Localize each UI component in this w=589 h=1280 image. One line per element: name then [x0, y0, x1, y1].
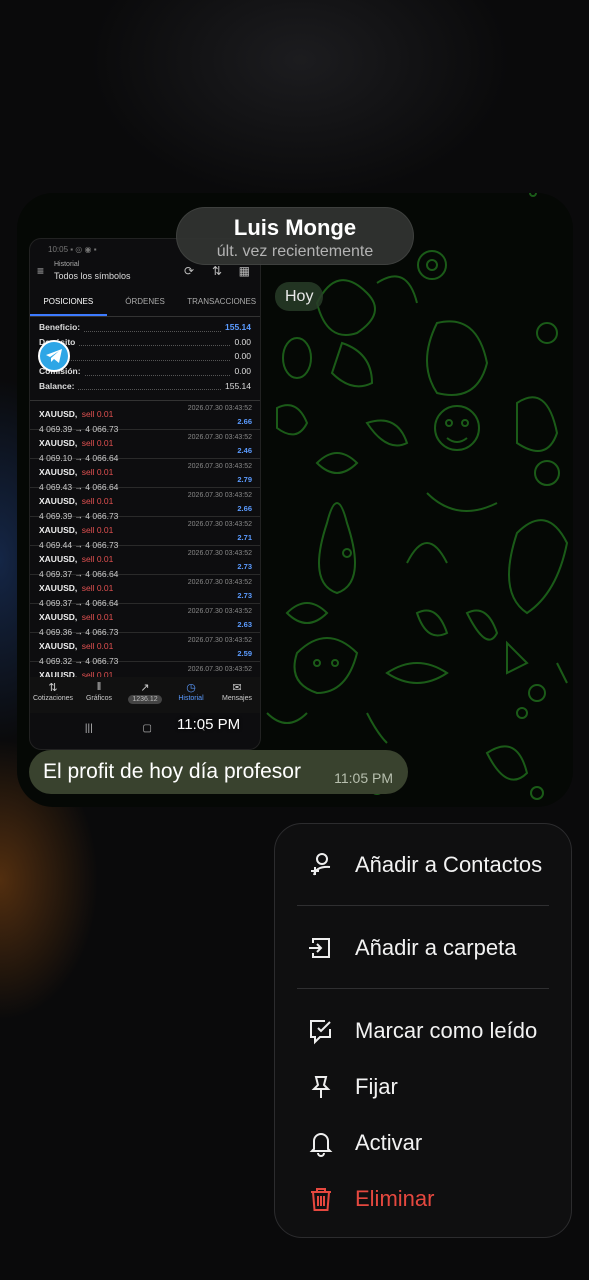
add-to-folder-icon: [275, 934, 355, 962]
calendar-icon: ▦: [238, 264, 250, 278]
summary-row: Depósito0.00: [39, 337, 251, 352]
photo-tab-transactions: TRANSACCIONES: [187, 297, 257, 306]
photo-nav-trade: ↗ 1236.12: [122, 677, 168, 713]
trade-time: 2026.07.30 03:43:52: [187, 405, 252, 413]
trade-profit: 2.66: [237, 504, 252, 514]
trade-symbol: XAUUSD,: [39, 409, 78, 420]
trade-symbol: XAUUSD,: [39, 467, 78, 478]
trade-row: XAUUSD, sell 0.01 4 069.37 → 4 066.64 2026…: [30, 546, 260, 579]
trade-symbol: XAUUSD,: [39, 641, 78, 652]
photo-tab-positions: POSICIONES: [30, 287, 107, 316]
trade-symbol: XAUUSD,: [39, 525, 78, 536]
photo-header-subtitle: Historial: [54, 261, 80, 268]
trade-row: XAUUSD, sell 0.01 4 069.39 → 4 066.73 2026…: [30, 401, 260, 434]
photo-tab-orders: ÓRDENES: [125, 297, 165, 306]
photo-timestamp: 11:05 PM: [177, 716, 241, 733]
message-text: El profit de hoy día profesor: [43, 760, 301, 783]
summary-row: 0.00: [39, 351, 251, 366]
trade-profit: 2.46: [237, 446, 252, 456]
summary-row: Balance: 155.14: [39, 380, 251, 391]
trade-side: sell 0.01: [81, 467, 114, 478]
chat-title-pill[interactable]: Luis Monge últ. vez recientemente: [176, 207, 414, 265]
trade-profit: 2.79: [237, 475, 252, 485]
photo-nav-charts: ‖ Gráficos: [76, 677, 122, 713]
trade-row: XAUUSD, sell 0.01 4 069.39 → 4 066.73 2026…: [30, 488, 260, 521]
messages-icon: ✉: [232, 682, 242, 694]
message-time: 11:05 PM: [334, 770, 393, 786]
menu-pin[interactable]: Fijar: [275, 1059, 571, 1115]
add-contact-icon: [275, 851, 355, 879]
menu-mark-read[interactable]: Marcar como leído: [275, 1003, 571, 1059]
trade-time: 2026.07.30 03:43:52: [187, 637, 252, 645]
sort-icon: ⇅: [211, 264, 222, 278]
trade-profit: 2.66: [237, 417, 252, 427]
trade-symbol: XAUUSD,: [39, 438, 78, 449]
trade-time: 2026.07.30 03:43:52: [187, 463, 252, 471]
telegram-icon: [38, 340, 70, 372]
date-chip: Hoy: [275, 282, 324, 311]
trade-time: 2026.07.30 03:43:52: [187, 492, 252, 500]
trade-side: sell 0.01: [81, 583, 114, 594]
trade-profit: 2.71: [237, 533, 252, 543]
menu-divider: [297, 988, 549, 989]
contact-name: Luis Monge: [233, 215, 357, 240]
photo-header-title: Todos los símbolos: [54, 271, 131, 281]
trade-row: XAUUSD, sell 0.01 4 069.36 → 4 066.73 2026…: [30, 604, 260, 637]
trade-symbol: XAUUSD,: [39, 612, 78, 623]
summary-row: Beneficio: 155.14: [39, 322, 251, 332]
trade-row: XAUUSD, sell 0.01 4 069.32 → 4 066.73 2026…: [30, 633, 260, 666]
photo-nav-messages: ✉ Mensajes: [214, 677, 260, 713]
summary-row: Comisión: 0.00: [39, 366, 251, 377]
bell-icon: [275, 1129, 355, 1157]
trade-row: XAUUSD, sell 0.01 4 069.37 → 4 066.64 2026…: [30, 575, 260, 608]
photo-bottom-nav: ⇅ Cotizaciones ‖ Gráficos ↗ 1236.12 ◷ Histor…: [30, 677, 260, 713]
message-bubble[interactable]: El profit de hoy día profesor 11:05 PM: [29, 750, 408, 794]
trade-symbol: XAUUSD,: [39, 583, 78, 594]
history-icon: ◷: [186, 682, 196, 694]
menu-divider: [297, 905, 549, 906]
trade-icon: ↗: [140, 682, 150, 694]
trade-time: 2026.07.30 03:43:52: [187, 608, 252, 616]
trade-profit: 2.73: [237, 591, 252, 601]
trade-time: 2026.07.30 03:43:52: [187, 550, 252, 558]
trade-side: sell 0.01: [81, 641, 114, 652]
trade-side: sell 0.01: [81, 496, 114, 507]
photo-message[interactable]: 10:05 ▪ ◎ ◉ ▪ ≡ Historial Todos los símb…: [29, 238, 261, 750]
hamburger-icon: ≡: [37, 264, 45, 278]
trade-symbol: XAUUSD,: [39, 496, 78, 507]
photo-nav-quotes: ⇅ Cotizaciones: [30, 677, 76, 713]
trade-profit: 2.63: [237, 620, 252, 630]
trade-symbol: XAUUSD,: [39, 554, 78, 565]
photo-nav-history: ◷ Historial: [168, 677, 214, 713]
trade-side: sell 0.01: [81, 554, 114, 565]
trade-time: 2026.07.30 03:43:52: [187, 579, 252, 587]
photo-tabs: POSICIONES ÓRDENES TRANSACCIONES: [30, 287, 260, 317]
trade-row: XAUUSD, sell 0.01 4 069.44 → 4 066.73 2026…: [30, 517, 260, 550]
photo-trade-list: XAUUSD, sell 0.01 4 069.39 → 4 066.73 2026…: [30, 401, 260, 692]
trade-side: sell 0.01: [81, 438, 114, 449]
menu-add-to-folder[interactable]: Añadir a carpeta: [275, 920, 571, 976]
trade-profit: 2.59: [237, 649, 252, 659]
trade-side: sell 0.01: [81, 409, 114, 420]
sync-icon: ⟳: [183, 264, 194, 278]
trade-time: 2026.07.30 03:43:52: [187, 434, 252, 442]
trade-time: 2026.07.30 03:43:52: [187, 521, 252, 529]
contact-status: últ. vez recientemente: [216, 243, 374, 260]
menu-unmute[interactable]: Activar: [275, 1115, 571, 1171]
quotes-icon: ⇅: [48, 682, 58, 694]
trash-icon: [275, 1185, 355, 1213]
trade-row: XAUUSD, sell 0.01 4 069.10 → 4 066.64 2026…: [30, 430, 260, 463]
pin-icon: [275, 1073, 355, 1101]
trade-side: sell 0.01: [81, 525, 114, 536]
trade-time: 2026.07.30 03:43:52: [187, 666, 252, 674]
trade-row: XAUUSD, sell 0.01 4 069.43 → 4 066.64 2026…: [30, 459, 260, 492]
trade-side: sell 0.01: [81, 612, 114, 623]
charts-icon: ‖: [96, 681, 102, 693]
menu-add-contact[interactable]: Añadir a Contactos: [275, 837, 571, 893]
trade-profit: 2.73: [237, 562, 252, 572]
menu-delete[interactable]: Eliminar: [275, 1171, 571, 1227]
context-menu: Añadir a Contactos Añadir a carpeta Marc…: [274, 823, 572, 1238]
mark-read-icon: [275, 1017, 355, 1045]
